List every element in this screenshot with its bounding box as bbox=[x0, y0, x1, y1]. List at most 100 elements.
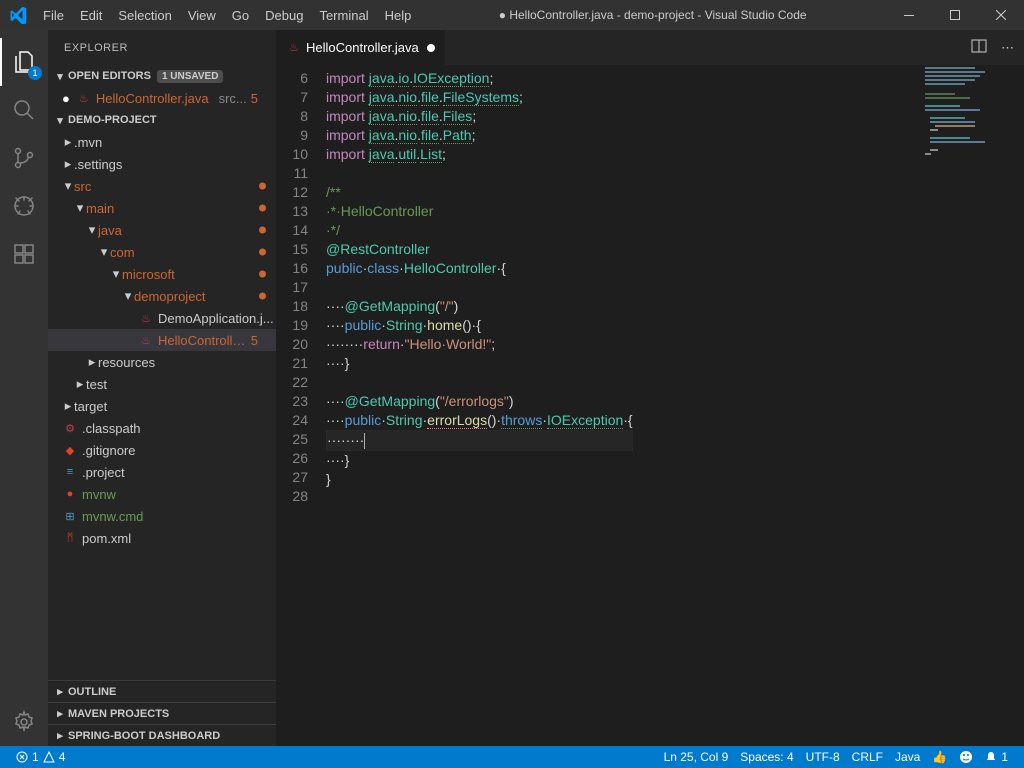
menu-view[interactable]: View bbox=[180, 8, 224, 23]
tree-file[interactable]: ᛗpom.xml bbox=[48, 527, 276, 549]
source-control-icon[interactable] bbox=[0, 134, 48, 182]
menu-file[interactable]: File bbox=[35, 8, 72, 23]
chevron-right-icon: ▸ bbox=[62, 134, 74, 150]
chevron-down-icon: ▾ bbox=[110, 266, 122, 282]
status-thumbsup-icon[interactable]: 👍 bbox=[926, 750, 953, 764]
explorer-icon[interactable]: 1 bbox=[0, 38, 48, 86]
status-encoding[interactable]: UTF-8 bbox=[800, 750, 846, 764]
chevron-down-icon: ▾ bbox=[122, 288, 134, 304]
menu-help[interactable]: Help bbox=[377, 8, 420, 23]
settings-gear-icon[interactable] bbox=[0, 698, 48, 746]
status-feedback-icon[interactable] bbox=[953, 750, 979, 764]
status-problems[interactable]: 1 4 bbox=[10, 750, 71, 764]
maven-section[interactable]: ▸MAVEN PROJECTS bbox=[48, 702, 276, 724]
chevron-right-icon: ▸ bbox=[62, 398, 74, 414]
vscode-logo-icon bbox=[0, 6, 35, 24]
minimap[interactable] bbox=[920, 65, 1010, 185]
minimize-button[interactable] bbox=[886, 0, 932, 30]
window-title: ● HelloController.java - demo-project - … bbox=[419, 8, 886, 22]
tree-file[interactable]: ⊞mvnw.cmd bbox=[48, 505, 276, 527]
file-tree: ▸.mvn ▸.settings ▾src ▾main ▾java ▾com ▾… bbox=[48, 131, 276, 549]
code-lines[interactable]: import java.io.IOException;import java.n… bbox=[326, 65, 633, 746]
split-editor-icon[interactable] bbox=[971, 38, 987, 57]
project-section[interactable]: ▾ DEMO-PROJECT bbox=[48, 109, 276, 131]
tree-folder[interactable]: ▸.settings bbox=[48, 153, 276, 175]
java-file-icon: ♨ bbox=[138, 332, 154, 348]
tree-folder[interactable]: ▸.mvn bbox=[48, 131, 276, 153]
line-numbers: 6789101112131415161718192021222324252627… bbox=[276, 65, 326, 746]
tab-bar: ♨ HelloController.java ⋯ bbox=[276, 30, 1024, 65]
chevron-down-icon: ▾ bbox=[86, 222, 98, 238]
tab-hellocontroller[interactable]: ♨ HelloController.java bbox=[276, 30, 446, 65]
status-bar: 1 4 Ln 25, Col 9 Spaces: 4 UTF-8 CRLF Ja… bbox=[0, 746, 1024, 768]
activity-bar: 1 bbox=[0, 30, 48, 746]
maximize-button[interactable] bbox=[932, 0, 978, 30]
chevron-down-icon: ▾ bbox=[98, 244, 110, 260]
unsaved-tag: 1 UNSAVED bbox=[157, 70, 224, 83]
windows-icon: ⊞ bbox=[62, 508, 78, 524]
tree-folder[interactable]: ▸resources bbox=[48, 351, 276, 373]
chevron-down-icon: ▾ bbox=[62, 178, 74, 194]
java-file-icon: ♨ bbox=[76, 90, 92, 106]
menu-go[interactable]: Go bbox=[224, 8, 257, 23]
more-actions-icon[interactable]: ⋯ bbox=[1001, 40, 1016, 56]
open-editor-item[interactable]: ● ♨ HelloController.java src... 5 bbox=[48, 87, 276, 109]
status-position[interactable]: Ln 25, Col 9 bbox=[658, 750, 735, 764]
tree-file[interactable]: ⚙.classpath bbox=[48, 417, 276, 439]
open-editors-section[interactable]: ▾ OPEN EDITORS 1 UNSAVED bbox=[48, 65, 276, 87]
tree-folder[interactable]: ▾demoproject bbox=[48, 285, 276, 307]
close-button[interactable] bbox=[978, 0, 1024, 30]
tree-folder[interactable]: ▾java bbox=[48, 219, 276, 241]
status-notifications[interactable]: 1 bbox=[979, 750, 1014, 764]
menu-debug[interactable]: Debug bbox=[257, 8, 311, 23]
chevron-down-icon: ▾ bbox=[74, 200, 86, 216]
open-editors-label: OPEN EDITORS bbox=[68, 70, 151, 82]
dirty-indicator-icon bbox=[427, 44, 435, 52]
project-name: DEMO-PROJECT bbox=[68, 114, 157, 126]
chevron-right-icon: ▸ bbox=[62, 156, 74, 172]
tree-folder[interactable]: ▾com bbox=[48, 241, 276, 263]
chevron-right-icon: ▸ bbox=[52, 707, 68, 720]
file-icon: ● bbox=[62, 486, 78, 502]
menu-bar: File Edit Selection View Go Debug Termin… bbox=[35, 8, 419, 23]
code-area[interactable]: 6789101112131415161718192021222324252627… bbox=[276, 65, 1024, 746]
chevron-right-icon: ▸ bbox=[86, 354, 98, 370]
chevron-down-icon: ▾ bbox=[52, 114, 68, 127]
menu-terminal[interactable]: Terminal bbox=[311, 8, 376, 23]
status-language[interactable]: Java bbox=[889, 750, 926, 764]
tree-folder[interactable]: ▸target bbox=[48, 395, 276, 417]
java-file-icon: ♨ bbox=[286, 40, 302, 56]
outline-section[interactable]: ▸OUTLINE bbox=[48, 680, 276, 702]
tree-folder[interactable]: ▾microsoft bbox=[48, 263, 276, 285]
sidebar: EXPLORER ▾ OPEN EDITORS 1 UNSAVED ● ♨ He… bbox=[48, 30, 276, 746]
chevron-right-icon: ▸ bbox=[52, 685, 68, 698]
menu-selection[interactable]: Selection bbox=[110, 8, 179, 23]
chevron-right-icon: ▸ bbox=[74, 376, 86, 392]
tree-folder[interactable]: ▾main bbox=[48, 197, 276, 219]
java-file-icon: ♨ bbox=[138, 310, 154, 326]
sidebar-title: EXPLORER bbox=[48, 30, 276, 65]
tree-file[interactable]: ◆.gitignore bbox=[48, 439, 276, 461]
debug-icon[interactable] bbox=[0, 182, 48, 230]
tree-folder[interactable]: ▾src bbox=[48, 175, 276, 197]
titlebar: File Edit Selection View Go Debug Termin… bbox=[0, 0, 1024, 30]
menu-edit[interactable]: Edit bbox=[72, 8, 110, 23]
springboot-section[interactable]: ▸SPRING-BOOT DASHBOARD bbox=[48, 724, 276, 746]
chevron-right-icon: ▸ bbox=[52, 729, 68, 742]
tree-file[interactable]: ≡.project bbox=[48, 461, 276, 483]
open-editor-path: src... bbox=[219, 91, 247, 106]
tree-file[interactable]: ♨DemoApplication.j... bbox=[48, 307, 276, 329]
search-icon[interactable] bbox=[0, 86, 48, 134]
open-editor-filename: HelloController.java bbox=[96, 91, 215, 106]
extensions-icon[interactable] bbox=[0, 230, 48, 278]
maven-icon: ᛗ bbox=[62, 530, 78, 546]
tree-folder[interactable]: ▸test bbox=[48, 373, 276, 395]
status-eol[interactable]: CRLF bbox=[846, 750, 889, 764]
problem-count: 5 bbox=[251, 333, 258, 348]
tree-file-active[interactable]: ♨HelloControlle...5 bbox=[48, 329, 276, 351]
git-icon: ◆ bbox=[62, 442, 78, 458]
status-spaces[interactable]: Spaces: 4 bbox=[734, 750, 799, 764]
chevron-down-icon: ▾ bbox=[52, 70, 68, 83]
file-icon: ⚙ bbox=[62, 420, 78, 436]
tree-file[interactable]: ●mvnw bbox=[48, 483, 276, 505]
